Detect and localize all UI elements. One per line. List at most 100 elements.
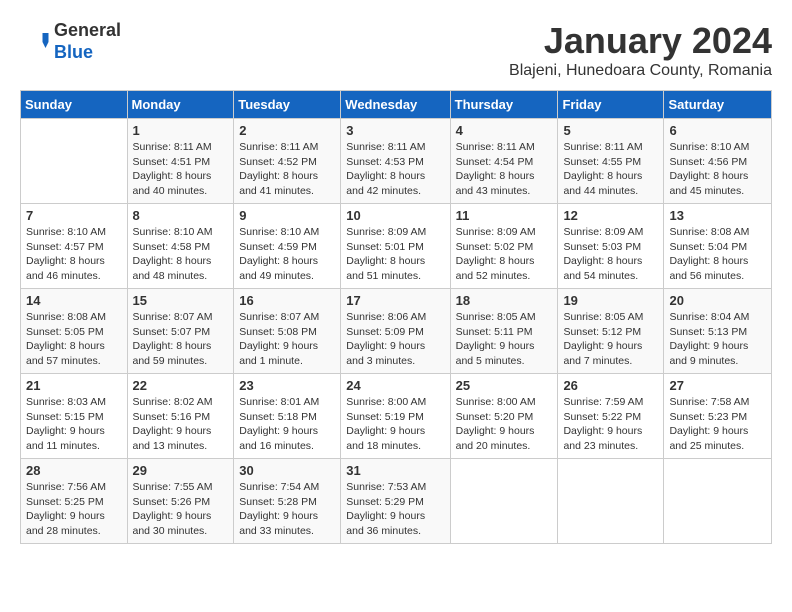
header-day-thursday: Thursday	[450, 91, 558, 119]
day-number: 6	[669, 123, 766, 138]
calendar-cell: 28 Sunrise: 7:56 AMSunset: 5:25 PMDayligh…	[21, 459, 128, 544]
logo-icon	[20, 27, 50, 57]
calendar-cell: 21Sunrise: 8:03 AMSunset: 5:15 PMDayligh…	[21, 374, 128, 459]
calendar-cell: 22 Sunrise: 8:02 AMSunset: 5:16 PMDayligh…	[127, 374, 234, 459]
day-number: 24	[346, 378, 444, 393]
day-info: Sunrise: 7:53 AMSunset: 5:29 PMDaylight:…	[346, 480, 444, 539]
day-info: Sunrise: 8:11 AMSunset: 4:51 PMDaylight:…	[133, 140, 229, 199]
day-number: 14	[26, 293, 122, 308]
day-info: Sunrise: 8:05 AMSunset: 5:12 PMDaylight:…	[563, 310, 658, 369]
day-number: 22	[133, 378, 229, 393]
calendar-cell: 9 Sunrise: 8:10 AMSunset: 4:59 PMDaylight…	[234, 204, 341, 289]
day-number: 31	[346, 463, 444, 478]
header-day-saturday: Saturday	[664, 91, 772, 119]
day-info: Sunrise: 8:07 AMSunset: 5:07 PMDaylight:…	[133, 310, 229, 369]
calendar-cell: 17Sunrise: 8:06 AMSunset: 5:09 PMDayligh…	[341, 289, 450, 374]
calendar-cell: 1Sunrise: 8:11 AMSunset: 4:51 PMDaylight…	[127, 119, 234, 204]
calendar-cell	[21, 119, 128, 204]
calendar-cell	[558, 459, 664, 544]
calendar-cell: 30 Sunrise: 7:54 AMSunset: 5:28 PMDayligh…	[234, 459, 341, 544]
day-info: Sunrise: 8:02 AMSunset: 5:16 PMDaylight:…	[133, 395, 229, 454]
header: General Blue January 2024 Blajeni, Huned…	[20, 20, 772, 80]
day-info: Sunrise: 8:10 AMSunset: 4:57 PMDaylight:…	[26, 225, 122, 284]
header-day-wednesday: Wednesday	[341, 91, 450, 119]
day-number: 16	[239, 293, 335, 308]
day-info: Sunrise: 7:55 AMSunset: 5:26 PMDaylight:…	[133, 480, 229, 539]
calendar-week-3: 14Sunrise: 8:08 AMSunset: 5:05 PMDayligh…	[21, 289, 772, 374]
day-number: 30	[239, 463, 335, 478]
calendar-title: January 2024	[509, 20, 772, 62]
day-number: 19	[563, 293, 658, 308]
day-info: Sunrise: 7:54 AMSunset: 5:28 PMDaylight:…	[239, 480, 335, 539]
day-info: Sunrise: 7:59 AMSunset: 5:22 PMDaylight:…	[563, 395, 658, 454]
calendar-cell: 15 Sunrise: 8:07 AMSunset: 5:07 PMDayligh…	[127, 289, 234, 374]
day-info: Sunrise: 7:56 AMSunset: 5:25 PMDaylight:…	[26, 480, 122, 539]
calendar-cell: 31 Sunrise: 7:53 AMSunset: 5:29 PMDayligh…	[341, 459, 450, 544]
day-info: Sunrise: 8:01 AMSunset: 5:18 PMDaylight:…	[239, 395, 335, 454]
calendar-cell: 2Sunrise: 8:11 AMSunset: 4:52 PMDaylight…	[234, 119, 341, 204]
day-info: Sunrise: 8:07 AMSunset: 5:08 PMDaylight:…	[239, 310, 335, 369]
day-info: Sunrise: 8:03 AMSunset: 5:15 PMDaylight:…	[26, 395, 122, 454]
header-day-friday: Friday	[558, 91, 664, 119]
day-info: Sunrise: 8:11 AMSunset: 4:54 PMDaylight:…	[456, 140, 553, 199]
calendar-cell: 26 Sunrise: 7:59 AMSunset: 5:22 PMDayligh…	[558, 374, 664, 459]
day-info: Sunrise: 8:10 AMSunset: 4:56 PMDaylight:…	[669, 140, 766, 199]
day-info: Sunrise: 8:00 AMSunset: 5:20 PMDaylight:…	[456, 395, 553, 454]
day-number: 28	[26, 463, 122, 478]
day-number: 13	[669, 208, 766, 223]
day-info: Sunrise: 8:00 AMSunset: 5:19 PMDaylight:…	[346, 395, 444, 454]
calendar-cell: 10Sunrise: 8:09 AMSunset: 5:01 PMDayligh…	[341, 204, 450, 289]
day-number: 8	[133, 208, 229, 223]
calendar-cell: 27 Sunrise: 7:58 AMSunset: 5:23 PMDayligh…	[664, 374, 772, 459]
day-info: Sunrise: 7:58 AMSunset: 5:23 PMDaylight:…	[669, 395, 766, 454]
header-day-sunday: Sunday	[21, 91, 128, 119]
header-day-monday: Monday	[127, 91, 234, 119]
calendar-cell: 12 Sunrise: 8:09 AMSunset: 5:03 PMDayligh…	[558, 204, 664, 289]
day-number: 20	[669, 293, 766, 308]
calendar-week-5: 28 Sunrise: 7:56 AMSunset: 5:25 PMDayligh…	[21, 459, 772, 544]
day-info: Sunrise: 8:04 AMSunset: 5:13 PMDaylight:…	[669, 310, 766, 369]
day-info: Sunrise: 8:09 AMSunset: 5:03 PMDaylight:…	[563, 225, 658, 284]
calendar-cell: 14Sunrise: 8:08 AMSunset: 5:05 PMDayligh…	[21, 289, 128, 374]
day-number: 15	[133, 293, 229, 308]
calendar-body: 1Sunrise: 8:11 AMSunset: 4:51 PMDaylight…	[21, 119, 772, 544]
calendar-cell: 23Sunrise: 8:01 AMSunset: 5:18 PMDayligh…	[234, 374, 341, 459]
day-number: 9	[239, 208, 335, 223]
day-number: 11	[456, 208, 553, 223]
day-number: 3	[346, 123, 444, 138]
day-info: Sunrise: 8:09 AMSunset: 5:02 PMDaylight:…	[456, 225, 553, 284]
day-number: 26	[563, 378, 658, 393]
calendar-week-4: 21Sunrise: 8:03 AMSunset: 5:15 PMDayligh…	[21, 374, 772, 459]
day-info: Sunrise: 8:10 AMSunset: 4:58 PMDaylight:…	[133, 225, 229, 284]
day-info: Sunrise: 8:06 AMSunset: 5:09 PMDaylight:…	[346, 310, 444, 369]
calendar-cell: 6 Sunrise: 8:10 AMSunset: 4:56 PMDaylight…	[664, 119, 772, 204]
calendar-cell: 18Sunrise: 8:05 AMSunset: 5:11 PMDayligh…	[450, 289, 558, 374]
calendar-cell: 16 Sunrise: 8:07 AMSunset: 5:08 PMDayligh…	[234, 289, 341, 374]
calendar-week-1: 1Sunrise: 8:11 AMSunset: 4:51 PMDaylight…	[21, 119, 772, 204]
day-number: 4	[456, 123, 553, 138]
calendar-cell: 3Sunrise: 8:11 AMSunset: 4:53 PMDaylight…	[341, 119, 450, 204]
day-number: 7	[26, 208, 122, 223]
day-number: 12	[563, 208, 658, 223]
calendar-cell: 8 Sunrise: 8:10 AMSunset: 4:58 PMDaylight…	[127, 204, 234, 289]
calendar-cell: 11 Sunrise: 8:09 AMSunset: 5:02 PMDayligh…	[450, 204, 558, 289]
day-number: 27	[669, 378, 766, 393]
day-info: Sunrise: 8:11 AMSunset: 4:55 PMDaylight:…	[563, 140, 658, 199]
calendar-cell: 4 Sunrise: 8:11 AMSunset: 4:54 PMDaylight…	[450, 119, 558, 204]
calendar-table: SundayMondayTuesdayWednesdayThursdayFrid…	[20, 90, 772, 544]
day-number: 2	[239, 123, 335, 138]
day-info: Sunrise: 8:08 AMSunset: 5:04 PMDaylight:…	[669, 225, 766, 284]
calendar-header: SundayMondayTuesdayWednesdayThursdayFrid…	[21, 91, 772, 119]
day-info: Sunrise: 8:05 AMSunset: 5:11 PMDaylight:…	[456, 310, 553, 369]
logo: General Blue	[20, 20, 121, 63]
title-section: January 2024 Blajeni, Hunedoara County, …	[509, 20, 772, 80]
day-info: Sunrise: 8:10 AMSunset: 4:59 PMDaylight:…	[239, 225, 335, 284]
calendar-cell: 20 Sunrise: 8:04 AMSunset: 5:13 PMDayligh…	[664, 289, 772, 374]
calendar-cell: 5 Sunrise: 8:11 AMSunset: 4:55 PMDaylight…	[558, 119, 664, 204]
calendar-subtitle: Blajeni, Hunedoara County, Romania	[509, 62, 772, 80]
calendar-cell	[664, 459, 772, 544]
calendar-cell: 24 Sunrise: 8:00 AMSunset: 5:19 PMDayligh…	[341, 374, 450, 459]
day-number: 5	[563, 123, 658, 138]
day-number: 29	[133, 463, 229, 478]
day-info: Sunrise: 8:09 AMSunset: 5:01 PMDaylight:…	[346, 225, 444, 284]
